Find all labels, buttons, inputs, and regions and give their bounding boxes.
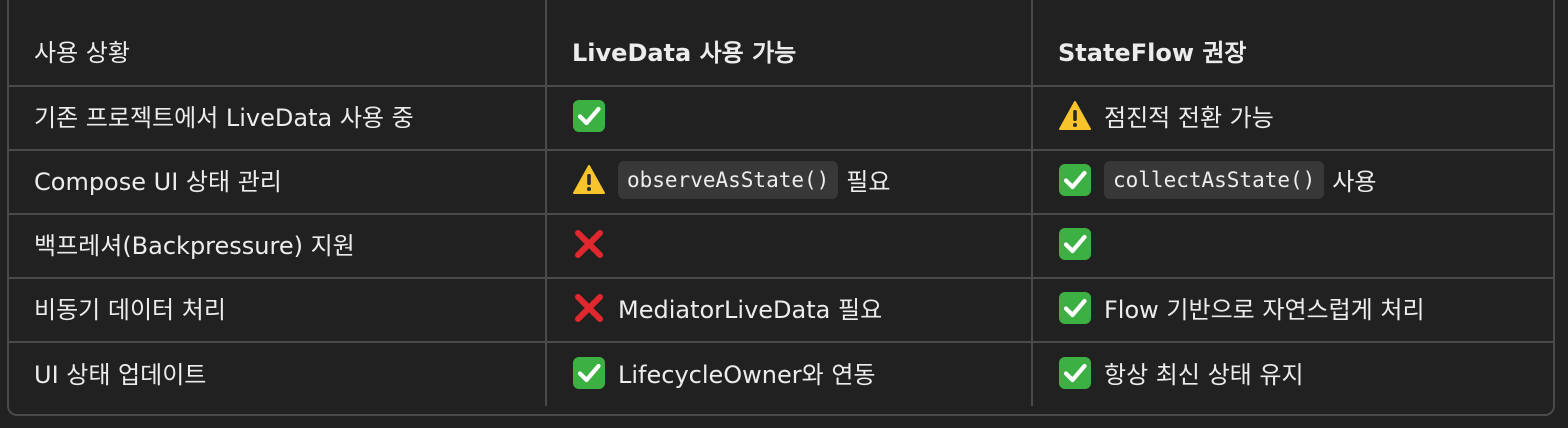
cross-mark-icon — [572, 291, 606, 325]
table-row: 비동기 데이터 처리 MediatorLiveData 필요 Flow 기반으로 자… — [9, 277, 1553, 342]
situation-cell: Compose UI 상태 관리 — [9, 149, 546, 214]
livedata-cell: MediatorLiveData 필요 — [545, 277, 1032, 342]
stateflow-cell: collectAsState() 사용 — [1031, 149, 1553, 214]
inline-code: collectAsState() — [1104, 161, 1325, 199]
situation-cell: 백프레셔(Backpressure) 지원 — [9, 213, 546, 278]
warning-icon — [572, 163, 606, 197]
cell-text: LifecycleOwner와 연동 — [618, 360, 876, 389]
check-mark-icon — [1058, 227, 1092, 261]
livedata-cell — [545, 85, 1032, 150]
stateflow-cell — [1031, 213, 1553, 278]
cell-text: 필요 — [846, 168, 891, 196]
livedata-cell: LifecycleOwner와 연동 — [545, 341, 1032, 406]
cell-text: 항상 최신 상태 유지 — [1104, 360, 1304, 389]
comparison-table: 사용 상황 LiveData 사용 가능 StateFlow 권장 기존 프로젝… — [9, 0, 1553, 406]
check-mark-icon — [1058, 163, 1092, 197]
situation-cell: 기존 프로젝트에서 LiveData 사용 중 — [9, 85, 546, 150]
cell-text: 점진적 전환 가능 — [1104, 104, 1274, 132]
header-situation: 사용 상황 — [34, 38, 130, 67]
situation-cell: 비동기 데이터 처리 — [9, 277, 546, 342]
table-row: 백프레셔(Backpressure) 지원 — [9, 213, 1553, 278]
livedata-cell — [545, 213, 1032, 278]
stateflow-cell: 점진적 전환 가능 — [1031, 85, 1553, 150]
table-row: 기존 프로젝트에서 LiveData 사용 중 점진적 전환 가능 — [9, 85, 1553, 150]
cell-text: MediatorLiveData 필요 — [618, 296, 883, 324]
check-mark-icon — [1058, 356, 1092, 390]
inline-code: observeAsState() — [618, 161, 839, 199]
situation-cell: UI 상태 업데이트 — [9, 341, 546, 406]
header-stateflow: StateFlow 권장 — [1031, 0, 1553, 86]
comparison-table-container: 사용 상황 LiveData 사용 가능 StateFlow 권장 기존 프로젝… — [7, 0, 1555, 416]
check-mark-icon — [1058, 291, 1092, 325]
cross-mark-icon — [572, 227, 606, 261]
table-row: UI 상태 업데이트 LifecycleOwner와 연동 항상 최신 상태 유지 — [9, 341, 1553, 406]
warning-icon — [1058, 99, 1092, 133]
table-row: Compose UI 상태 관리 observeAsState() 필요 collec… — [9, 149, 1553, 214]
header-livedata: LiveData 사용 가능 — [545, 0, 1032, 86]
cell-text: Flow 기반으로 자연스럽게 처리 — [1104, 296, 1425, 324]
table-header-row: 사용 상황 LiveData 사용 가능 StateFlow 권장 — [9, 0, 1553, 86]
livedata-cell: observeAsState() 필요 — [545, 149, 1032, 214]
cell-text: 사용 — [1332, 168, 1377, 196]
stateflow-cell: 항상 최신 상태 유지 — [1031, 341, 1553, 406]
check-mark-icon — [572, 356, 606, 390]
check-mark-icon — [572, 99, 606, 133]
stateflow-cell: Flow 기반으로 자연스럽게 처리 — [1031, 277, 1553, 342]
